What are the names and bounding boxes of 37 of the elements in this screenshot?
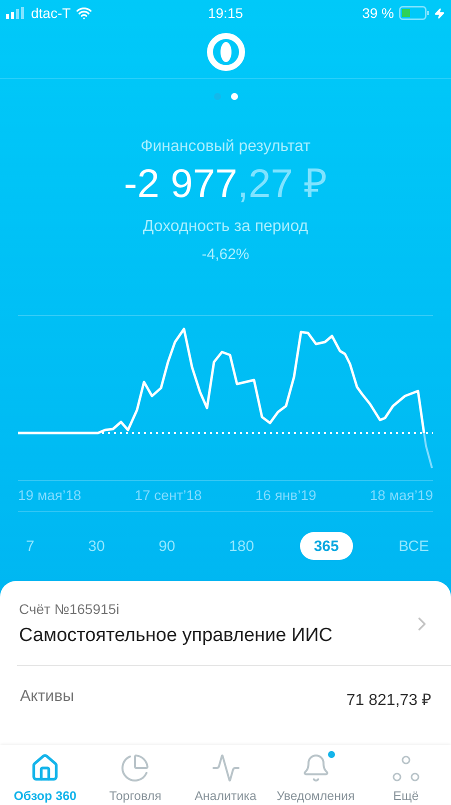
wifi-icon: [76, 5, 92, 21]
yield-value: -4,62%: [202, 246, 250, 263]
status-time: 19:15: [208, 5, 244, 21]
chart-date-label: 19 мая’18: [18, 487, 82, 503]
account-number: Счёт №165915i: [19, 601, 120, 617]
charging-icon: [434, 8, 446, 18]
period-button[interactable]: 90: [150, 532, 184, 560]
tab-bar-item[interactable]: Аналитика: [180, 745, 271, 805]
result-title: Финансовый результат: [140, 138, 310, 156]
chart-date-label: 18 мая’19: [370, 487, 433, 503]
period-button[interactable]: 365: [300, 532, 353, 560]
period-button[interactable]: ВСЕ: [390, 532, 437, 560]
period-button[interactable]: 180: [221, 532, 262, 560]
chart-date-label: 17 сент’18: [134, 487, 202, 503]
yield-label: Доходность за период: [142, 218, 308, 236]
result-amount-fraction: ,27 ₽: [237, 164, 328, 204]
period-button[interactable]: 7: [18, 532, 42, 560]
assets-label: Активы: [20, 688, 74, 707]
tab-bar-item[interactable]: Ещё: [360, 745, 451, 805]
chart-date-label: 16 янв’19: [255, 487, 316, 503]
page-indicator-dot[interactable]: [230, 93, 238, 100]
signal-icon: [6, 7, 26, 19]
more-icon: [392, 755, 420, 783]
account-name[interactable]: Самостоятельное управление ИИС: [19, 625, 411, 647]
logo-icon: [206, 32, 246, 72]
battery-percent: 39 %: [362, 5, 394, 21]
tab-bar-item[interactable]: Уведомления: [270, 745, 361, 805]
home-icon: [30, 753, 60, 783]
tab-bar-item[interactable]: Обзор 360: [0, 745, 90, 805]
pulse-icon: [210, 753, 240, 783]
battery-icon: [399, 6, 430, 20]
carrier-name: dtac-T: [31, 5, 71, 21]
period-button[interactable]: 30: [80, 532, 113, 560]
pie-chart-icon: [120, 753, 150, 783]
assets-value: 71 821,73 ₽: [346, 691, 431, 710]
result-amount: -2 977: [124, 164, 238, 204]
tab-bar-item[interactable]: Торговля: [90, 745, 180, 805]
